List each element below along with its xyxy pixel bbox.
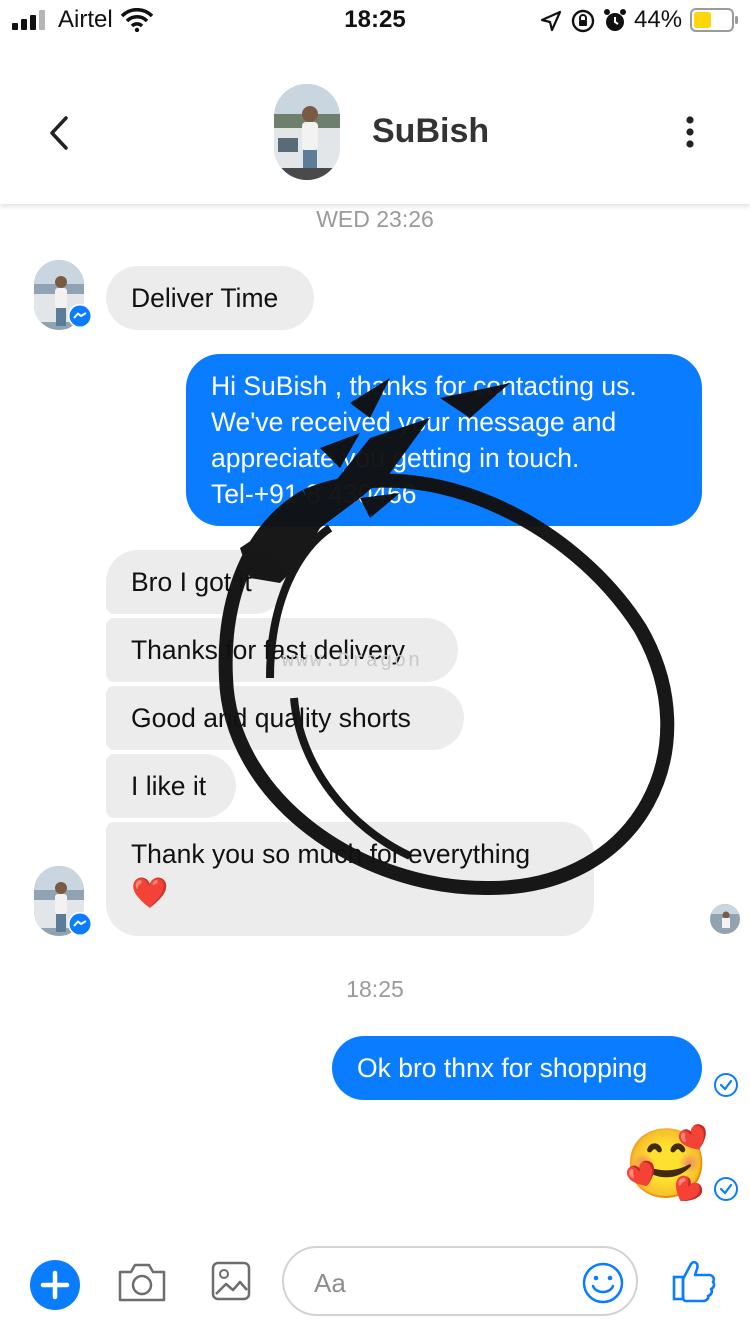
composer-bar <box>0 1236 750 1334</box>
status-bar: Airtel 18:25 44% <box>0 0 750 40</box>
plus-button[interactable] <box>30 1260 80 1310</box>
back-chevron-icon[interactable] <box>40 108 80 158</box>
smiley-icon[interactable] <box>582 1262 624 1304</box>
rotation-lock-icon <box>571 9 595 33</box>
alarm-icon <box>604 9 626 31</box>
gallery-icon[interactable] <box>210 1260 252 1302</box>
more-vertical-icon[interactable] <box>670 108 710 156</box>
dragon-watermark-logo <box>218 378 675 896</box>
timestamp-divider: 18:25 <box>346 976 404 1002</box>
messenger-badge-icon <box>68 912 92 936</box>
incoming-message[interactable]: Deliver Time <box>106 266 314 330</box>
battery-percentage: 44% <box>634 6 683 33</box>
emoji-message[interactable]: 🥰 <box>624 1124 709 1204</box>
thumbs-up-icon[interactable] <box>670 1256 718 1304</box>
outgoing-message[interactable]: Ok bro thnx for shopping <box>332 1036 702 1100</box>
contact-avatar[interactable] <box>274 84 340 180</box>
message-input[interactable] <box>312 1264 556 1302</box>
battery-icon <box>690 8 738 32</box>
location-icon <box>540 10 562 32</box>
plus-icon <box>40 1270 70 1300</box>
seen-avatar <box>710 904 740 934</box>
timestamp-divider: WED 23:26 <box>316 206 434 232</box>
read-receipt-icon <box>714 1073 738 1097</box>
camera-icon[interactable] <box>116 1260 168 1304</box>
contact-name[interactable]: SuBish <box>372 112 489 151</box>
read-receipt-icon <box>714 1177 738 1201</box>
message-input-container <box>282 1246 638 1316</box>
messenger-badge-icon <box>68 304 92 328</box>
